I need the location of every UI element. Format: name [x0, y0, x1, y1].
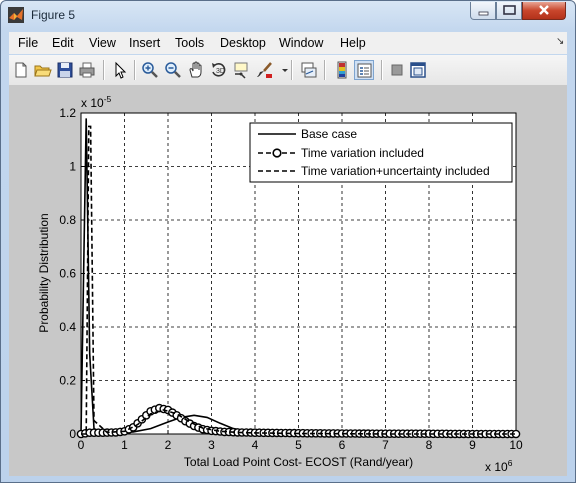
- matlab-logo-icon: [8, 7, 24, 23]
- print-button[interactable]: [77, 60, 97, 80]
- legend-entry-time-variation-uncertainty: Time variation+uncertainty included: [301, 164, 490, 178]
- y-tick-label: 1: [69, 160, 76, 174]
- show-plot-tools-button[interactable]: [408, 60, 428, 80]
- x-tick-label: 6: [339, 438, 346, 452]
- legend-marker-time-variation: [272, 148, 282, 158]
- new-figure-icon: [15, 62, 27, 78]
- legend-icon: [357, 63, 372, 78]
- toolbar-separator: [103, 60, 105, 80]
- figure-window: Figure 5 File Edit View Insert Tools Des…: [0, 0, 576, 483]
- brush-button[interactable]: [255, 60, 275, 80]
- y-tick-label: 0.4: [59, 320, 76, 334]
- x-axis-label: Total Load Point Cost- ECOST (Rand/year): [184, 455, 413, 469]
- zoom-out-button[interactable]: [163, 60, 183, 80]
- menu-view[interactable]: View: [89, 36, 116, 50]
- y-tick-label: 0.8: [59, 213, 76, 227]
- legend[interactable]: Base case Time variation included Time v…: [249, 122, 513, 183]
- legend-entry-time-variation: Time variation included: [301, 146, 424, 160]
- print-icon: [79, 62, 95, 78]
- data-cursor-icon: [234, 62, 248, 79]
- zoom-in-icon: [142, 62, 158, 78]
- menu-tools[interactable]: Tools: [175, 36, 204, 50]
- y-axis-label: Probability Distribution: [37, 213, 51, 332]
- x-tick-label: 3: [208, 438, 215, 452]
- rotate-3d-icon: 3D: [212, 63, 226, 77]
- y-tick-label: 0.6: [59, 267, 76, 281]
- y-tick-label: 1.2: [59, 106, 76, 120]
- pan-icon: [189, 61, 202, 78]
- x-tick-label: 5: [295, 438, 302, 452]
- x-tick-label: 2: [165, 438, 172, 452]
- save-icon: [57, 62, 73, 78]
- menu-window[interactable]: Window: [279, 36, 323, 50]
- x-tick-label: 9: [469, 438, 476, 452]
- maximize-button[interactable]: [496, 2, 522, 20]
- y-exponent-label: x 10-5: [81, 94, 112, 110]
- colorbar-icon: [337, 61, 347, 79]
- plot-svg: 0 1 2 3 4 5 6 7 8 9 10 0 0.2 0.4 0.6 0.8 1 1.2 x 10-5 x 1…: [37, 94, 523, 474]
- maximize-icon: [503, 5, 516, 15]
- x-tick-label: 10: [509, 438, 523, 452]
- title-bar[interactable]: Figure 5: [1, 1, 575, 31]
- close-button[interactable]: [522, 2, 566, 20]
- toolbar-separator: [134, 60, 136, 80]
- x-tick-label: 1: [121, 438, 128, 452]
- new-figure-button[interactable]: [11, 60, 31, 80]
- legend-entry-base-case: Base case: [301, 127, 357, 141]
- menu-file[interactable]: File: [18, 36, 38, 50]
- minimize-icon: [478, 11, 489, 16]
- open-file-icon: [34, 65, 52, 77]
- toolbar-separator: [291, 60, 293, 80]
- menu-help[interactable]: Help: [340, 36, 366, 50]
- hide-plot-tools-button[interactable]: [387, 60, 407, 80]
- x-tick-label: 8: [426, 438, 433, 452]
- menu-insert[interactable]: Insert: [129, 36, 160, 50]
- link-plot-icon: [301, 62, 317, 78]
- save-button[interactable]: [55, 60, 75, 80]
- link-plot-button[interactable]: [299, 60, 319, 80]
- x-tick-label: 7: [382, 438, 389, 452]
- window-title: Figure 5: [31, 8, 76, 22]
- toolbar-separator: [324, 60, 326, 80]
- open-file-button[interactable]: [33, 60, 53, 80]
- y-tick-label: 0.2: [59, 374, 76, 388]
- show-plot-tools-icon: [410, 62, 426, 78]
- pan-button[interactable]: [186, 60, 206, 80]
- y-tick-label: 0: [69, 427, 76, 441]
- zoom-in-button[interactable]: [140, 60, 160, 80]
- hide-plot-tools-icon: [391, 64, 403, 76]
- x-tick-label: 0: [78, 438, 85, 452]
- figure-canvas: 0 1 2 3 4 5 6 7 8 9 10 0 0.2 0.4 0.6 0.8 1 1.2 x 10-5 x 1…: [9, 86, 567, 476]
- close-icon: [539, 5, 549, 15]
- svg-text:3D: 3D: [216, 68, 225, 75]
- toolbar-separator: [381, 60, 383, 80]
- minimize-button[interactable]: [470, 2, 496, 20]
- edit-plot-button[interactable]: [110, 60, 130, 80]
- rotate-3d-button[interactable]: 3D: [209, 60, 229, 80]
- legend-button[interactable]: [354, 60, 374, 80]
- menu-bar: File Edit View Insert Tools Desktop Wind…: [9, 32, 567, 54]
- edit-plot-icon: [115, 61, 127, 79]
- colorbar-button[interactable]: [332, 60, 352, 80]
- brush-dropdown[interactable]: [275, 60, 288, 80]
- zoom-out-icon: [165, 62, 181, 78]
- data-cursor-button[interactable]: [232, 60, 252, 80]
- menu-desktop[interactable]: Desktop: [220, 36, 266, 50]
- x-exponent-label: x 106: [485, 458, 513, 474]
- brush-icon: [257, 62, 272, 78]
- figure-toolbar: 3D: [9, 55, 567, 86]
- menu-edit[interactable]: Edit: [52, 36, 74, 50]
- x-tick-label: 4: [252, 438, 259, 452]
- dock-figure-icon[interactable]: ↘: [556, 36, 564, 47]
